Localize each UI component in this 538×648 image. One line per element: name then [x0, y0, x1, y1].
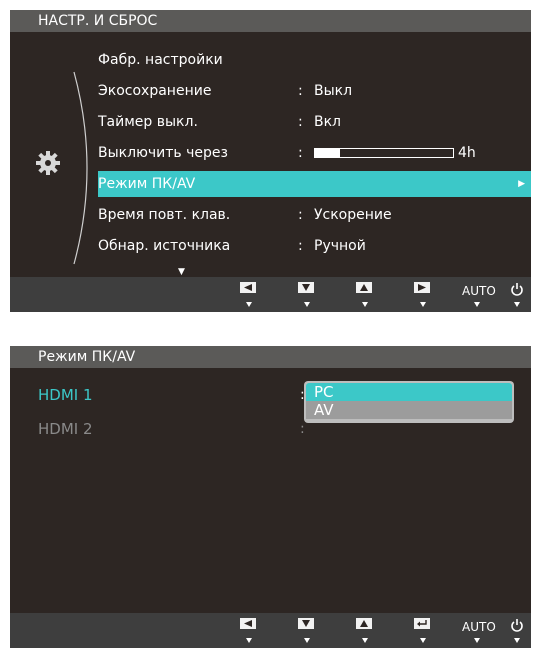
power-icon: [511, 619, 523, 632]
submenu-arrow-icon: ▶: [518, 179, 525, 189]
menu-item-factory-reset[interactable]: Фабр. настройки: [98, 47, 531, 73]
menu-item-colon: :: [298, 83, 303, 99]
scroll-down-icon[interactable]: ▼: [178, 267, 185, 277]
left-arrow-icon: [244, 620, 252, 627]
menu-item-turn-off-after[interactable]: Выключить через : 4h: [98, 140, 531, 166]
down-arrow-icon: [302, 620, 310, 627]
source-row-hdmi2[interactable]: HDMI 2: [38, 418, 93, 440]
up-arrow-icon: [360, 284, 368, 291]
menu-item-eco-saving[interactable]: Экосохранение : Выкл: [98, 78, 531, 104]
auto-button[interactable]: AUTO: [460, 282, 496, 307]
source-label: HDMI 2: [38, 420, 93, 438]
mode-dropdown[interactable]: PC AV: [304, 381, 514, 423]
menu-item-value: Ускорение: [314, 207, 392, 223]
right-arrow-icon: [418, 284, 426, 291]
menu-item-label: Экосохранение: [98, 83, 212, 99]
left-arrow-icon: [244, 284, 252, 291]
source-colon: :: [300, 421, 305, 437]
menu-item-value: Вкл: [314, 114, 342, 130]
slider-fill: [315, 149, 340, 157]
up-arrow-icon: [360, 620, 368, 627]
dropdown-option-av[interactable]: AV: [306, 401, 512, 419]
menu-item-label: Время повт. клав.: [98, 207, 231, 223]
menu-item-key-repeat-time[interactable]: Время повт. клав. : Ускорение: [98, 202, 531, 228]
menu-item-value: Ручной: [314, 238, 366, 254]
right-button[interactable]: [410, 282, 434, 307]
menu-item-label: Таймер выкл.: [98, 114, 198, 130]
menu-item-label: Выключить через: [98, 145, 228, 161]
menu-item-colon: :: [298, 207, 303, 223]
off-timer-slider[interactable]: [314, 148, 454, 158]
slider-value-label: 4h: [458, 145, 476, 161]
power-icon: [511, 283, 523, 296]
up-button[interactable]: [352, 282, 376, 307]
menu-item-off-timer[interactable]: Таймер выкл. : Вкл: [98, 109, 531, 135]
button-guide-bar: AUTO: [10, 277, 531, 312]
source-label: HDMI 1: [38, 386, 93, 404]
menu-item-source-detection[interactable]: Обнар. источника : Ручной: [98, 233, 531, 259]
menu-item-label: Обнар. источника: [98, 238, 231, 254]
settings-reset-panel: НАСТР. И СБРОС Фабр. настройки Экосохран…: [10, 10, 531, 312]
left-button[interactable]: [236, 618, 260, 643]
auto-button[interactable]: AUTO: [460, 618, 496, 643]
down-button[interactable]: [294, 618, 318, 643]
down-arrow-icon: [302, 284, 310, 291]
menu-item-label: Фабр. настройки: [98, 52, 223, 68]
power-button[interactable]: [508, 618, 528, 643]
button-guide-bar: AUTO: [10, 613, 531, 648]
menu-item-value: Выкл: [314, 83, 353, 99]
panel-title: Режим ПК/AV: [10, 346, 531, 368]
auto-label: AUTO: [462, 284, 496, 298]
auto-label: AUTO: [462, 620, 496, 634]
panel-title: НАСТР. И СБРОС: [10, 10, 531, 32]
menu-item-colon: :: [298, 114, 303, 130]
pc-av-mode-panel: Режим ПК/AV HDMI 1 : HDMI 2 : PC AV AUTO: [10, 346, 531, 648]
enter-button[interactable]: [410, 618, 434, 643]
source-row-hdmi1[interactable]: HDMI 1: [38, 384, 93, 406]
menu-item-label: Режим ПК/AV: [98, 176, 196, 192]
power-button[interactable]: [508, 282, 528, 307]
up-button[interactable]: [352, 618, 376, 643]
down-button[interactable]: [294, 282, 318, 307]
menu-item-colon: :: [298, 238, 303, 254]
left-button[interactable]: [236, 282, 260, 307]
dropdown-option-pc[interactable]: PC: [306, 383, 512, 401]
gear-icon: [36, 151, 60, 175]
enter-icon: [417, 619, 427, 626]
menu-item-pc-av-mode[interactable]: Режим ПК/AV ▶: [98, 171, 531, 197]
menu-item-colon: :: [298, 145, 303, 161]
